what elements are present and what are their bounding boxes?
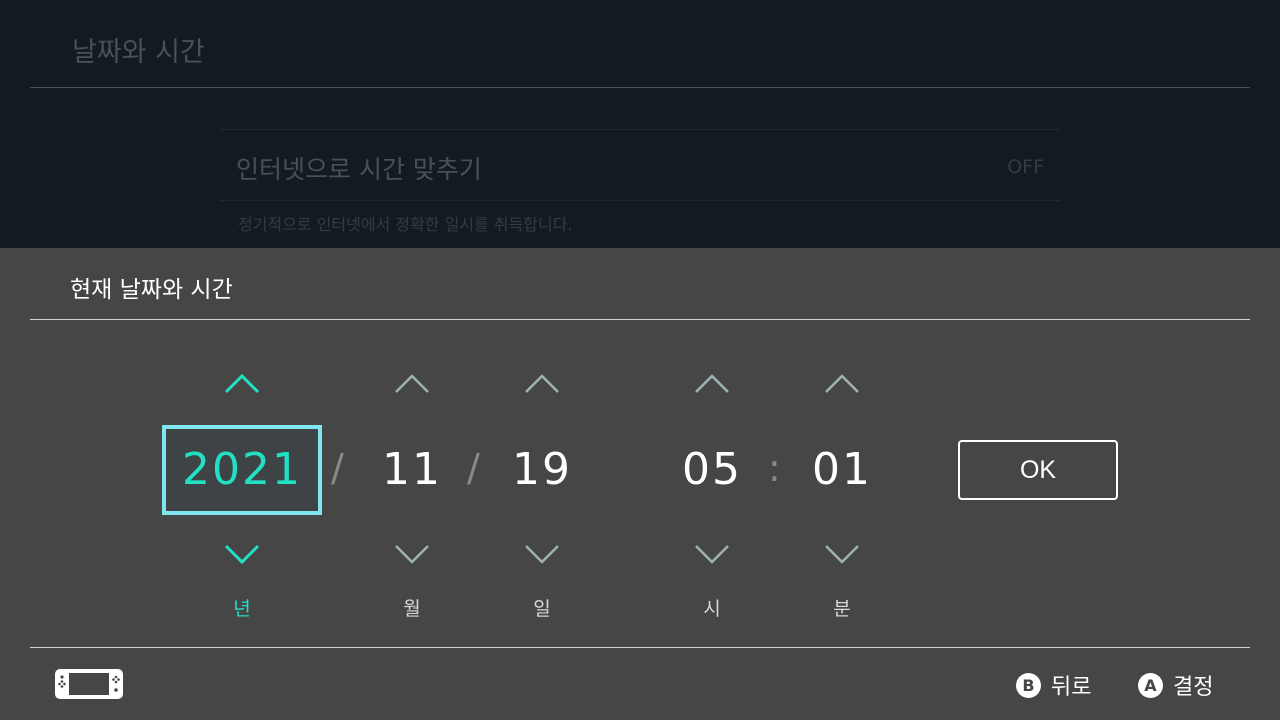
dialog-divider-bottom [30,647,1250,648]
year-unit-label: 년 [233,598,251,620]
page-title: 날짜와 시간 [72,37,205,68]
chevron-up-icon[interactable] [692,372,732,396]
chevron-up-icon[interactable] [222,372,262,396]
chevron-up-icon[interactable] [522,372,562,396]
day-value[interactable]: 19 [462,425,622,515]
title-divider [30,87,1250,88]
internet-sync-description: 정기적으로 인터넷에서 정확한 일시를 취득합니다. [238,215,573,234]
confirm-button[interactable]: A 결정 [1138,669,1213,701]
day-picker[interactable]: 19 일 [462,248,622,720]
chevron-down-icon[interactable] [692,542,732,566]
chevron-down-icon[interactable] [822,542,862,566]
chevron-down-icon[interactable] [392,542,432,566]
row-divider-bottom [220,200,1060,201]
chevron-down-icon[interactable] [522,542,562,566]
chevron-up-icon[interactable] [822,372,862,396]
chevron-down-icon[interactable] [222,542,262,566]
back-button[interactable]: B 뒤로 [1016,669,1091,701]
settings-page-background: 날짜와 시간 인터넷으로 시간 맞추기 OFF 정기적으로 인터넷에서 정확한 … [0,0,1280,248]
b-button-icon: B [1016,672,1041,698]
minute-unit-label: 분 [833,598,851,620]
minute-value[interactable]: 01 [762,425,922,515]
a-button-icon: A [1138,672,1163,698]
ok-button[interactable]: OK [958,440,1118,500]
internet-sync-toggle: OFF [1007,156,1044,178]
date-time-dialog: 현재 날짜와 시간 2021 년 / 11 월 / 19 일 05 시: 01… [0,248,1280,720]
handheld-console-icon [54,668,124,704]
back-label: 뒤로 [1051,675,1092,700]
year-value[interactable]: 2021 [162,425,322,515]
year-picker[interactable]: 2021 년 [162,248,322,720]
day-unit-label: 일 [533,598,551,620]
minute-picker[interactable]: 01 분 [762,248,922,720]
internet-sync-label: 인터넷으로 시간 맞추기 [236,155,482,184]
row-divider-top [220,129,1060,130]
confirm-label: 결정 [1173,675,1214,700]
chevron-up-icon[interactable] [392,372,432,396]
